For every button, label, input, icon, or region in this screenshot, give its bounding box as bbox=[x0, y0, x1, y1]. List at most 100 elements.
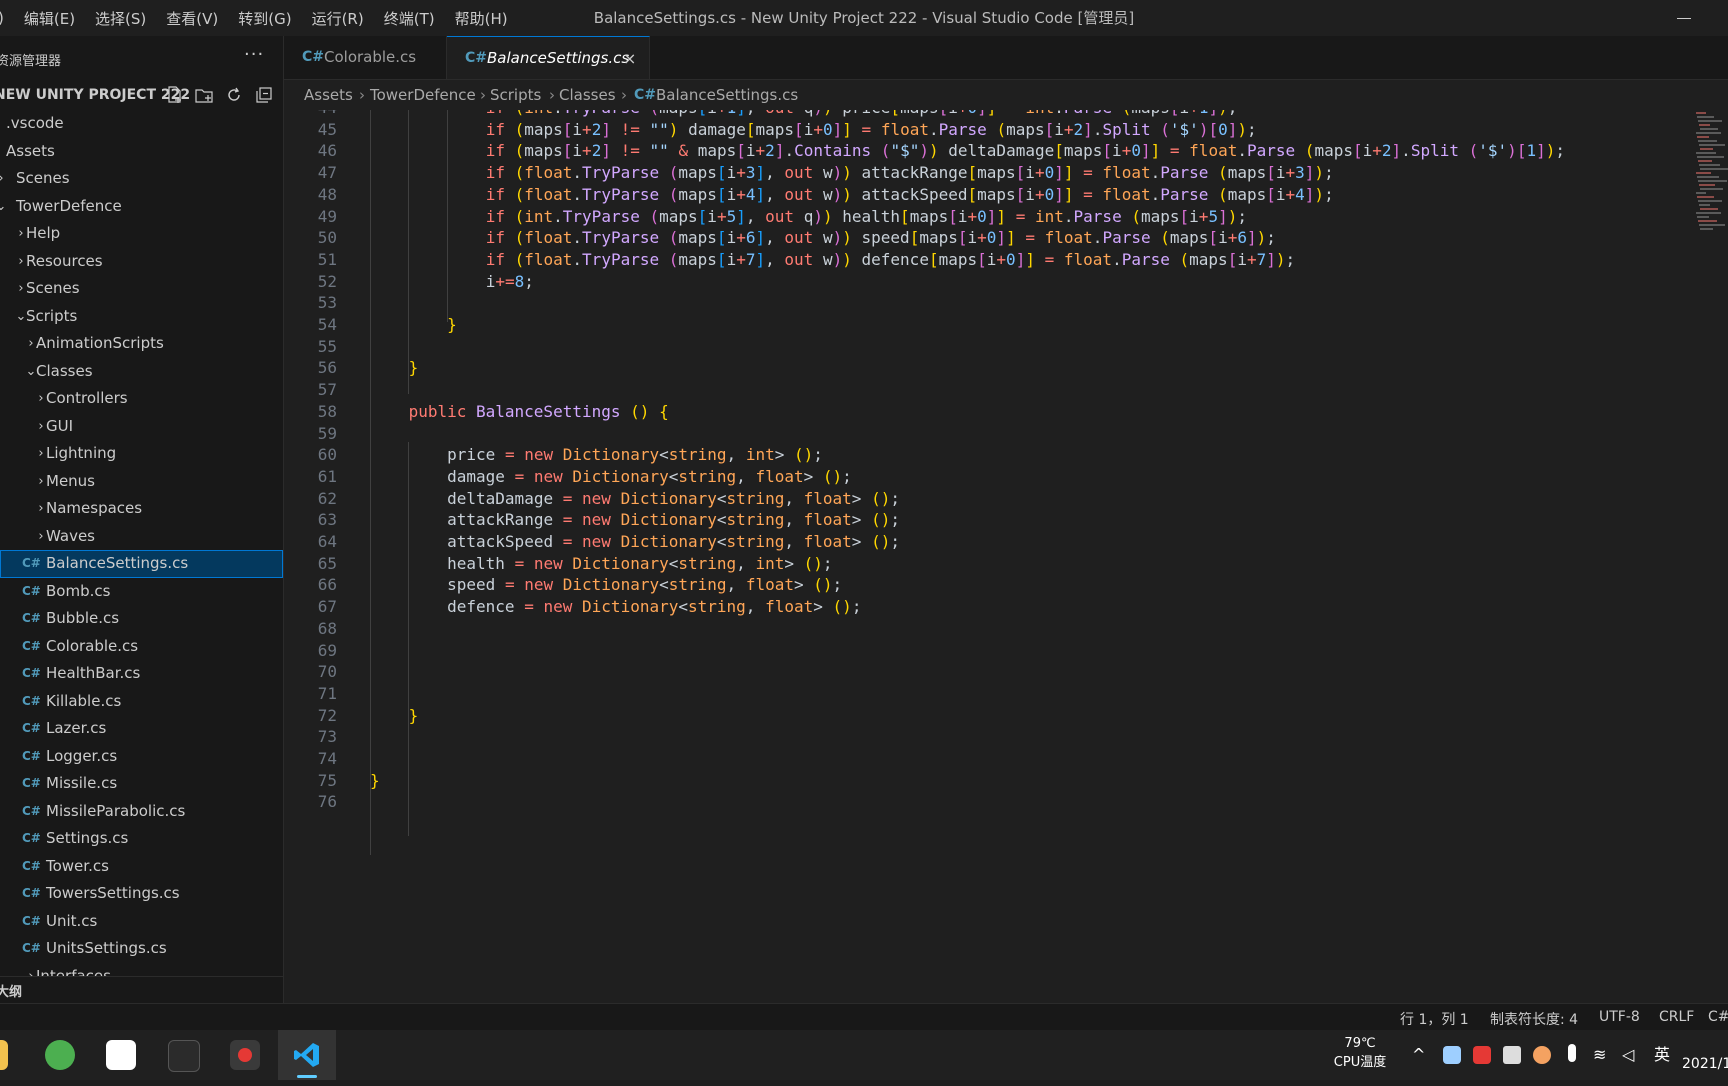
tree-item-label: Bomb.cs bbox=[46, 581, 111, 600]
refresh-icon[interactable] bbox=[225, 86, 243, 104]
file-item[interactable]: C# UnitsSettings.cs bbox=[0, 935, 283, 963]
csharp-file-icon: C# bbox=[22, 776, 41, 790]
file-item[interactable]: C# Logger.cs bbox=[0, 743, 283, 771]
folder-item[interactable]: › Resources bbox=[0, 248, 283, 276]
code-text: if (float.TryParse (maps[i+3], out w)) a… bbox=[485, 163, 1334, 183]
folder-item[interactable]: .vscode bbox=[0, 110, 283, 138]
taskbar-app-recorder[interactable] bbox=[216, 1030, 274, 1080]
minimize-button[interactable] bbox=[1674, 8, 1694, 28]
code-editor[interactable]: 44 if (int.TryParse (maps[i+1], out q)) … bbox=[284, 110, 1728, 1003]
folder-item[interactable]: ⌄ Classes bbox=[0, 358, 283, 386]
tab-size[interactable]: 制表符长度: 4 bbox=[1490, 1009, 1578, 1029]
breadcrumb-file[interactable]: BalanceSettings.cs bbox=[656, 80, 798, 110]
code-text: if (maps[i+2] != "") damage[maps[i+0]] =… bbox=[485, 119, 1257, 139]
language-mode[interactable]: C# bbox=[1708, 1009, 1728, 1025]
folder-item[interactable]: › Lightning bbox=[0, 440, 283, 468]
tree-item-label: HealthBar.cs bbox=[46, 664, 141, 682]
folder-item[interactable]: › Menus bbox=[0, 468, 283, 496]
more-actions-icon[interactable]: ··· bbox=[244, 44, 264, 65]
outline-section[interactable]: 大纲 bbox=[0, 976, 283, 1003]
folder-item[interactable]: › AnimationScripts bbox=[0, 330, 283, 358]
taskbar-app-vscode[interactable] bbox=[278, 1030, 336, 1080]
menu-item[interactable]: 选择(S) bbox=[85, 8, 156, 29]
title-bar: )编辑(E)选择(S)查看(V)转到(G)运行(R)终端(T)帮助(H) Bal… bbox=[0, 0, 1728, 36]
file-item[interactable]: C# BalanceSettings.cs bbox=[0, 550, 283, 578]
tray-unity-icon[interactable] bbox=[1503, 1046, 1521, 1064]
file-item[interactable]: C# Unit.cs bbox=[0, 908, 283, 936]
line-ending[interactable]: CRLF bbox=[1659, 1009, 1694, 1025]
file-item[interactable]: C# Killable.cs bbox=[0, 688, 283, 716]
new-folder-icon[interactable] bbox=[195, 86, 213, 104]
folder-item[interactable]: Assets bbox=[0, 138, 283, 166]
menu-item[interactable]: 运行(R) bbox=[302, 8, 374, 29]
breadcrumb-scripts[interactable]: Scripts bbox=[490, 80, 541, 110]
code-text: if (int.TryParse (maps[i+5], out q)) hea… bbox=[485, 206, 1247, 226]
cpu-temp: 79℃ bbox=[1344, 1036, 1376, 1051]
microphone-icon[interactable] bbox=[1568, 1044, 1576, 1062]
cpu-temp-widget[interactable]: 79℃ CPU温度 bbox=[1330, 1036, 1390, 1086]
menu-item[interactable]: 帮助(H) bbox=[445, 8, 518, 29]
breadcrumb-assets[interactable]: Assets bbox=[304, 80, 353, 110]
tray-app-icon[interactable] bbox=[1473, 1046, 1491, 1064]
breadcrumb-towerdefence[interactable]: TowerDefence bbox=[370, 80, 476, 110]
line-number: 72 bbox=[317, 705, 337, 725]
folder-item[interactable]: ›Scenes bbox=[0, 165, 283, 193]
file-item[interactable]: C# Settings.cs bbox=[0, 825, 283, 853]
menu-item[interactable]: 转到(G) bbox=[228, 8, 301, 29]
new-file-icon[interactable] bbox=[166, 86, 184, 104]
tab-label: BalanceSettings.cs bbox=[487, 49, 630, 67]
file-item[interactable]: C# TowersSettings.cs bbox=[0, 880, 283, 908]
minimap-line bbox=[1697, 176, 1719, 178]
project-row[interactable]: NEW UNITY PROJECT 222 bbox=[0, 84, 283, 108]
menu-item[interactable]: 终端(T) bbox=[374, 8, 445, 29]
folder-item[interactable]: › GUI bbox=[0, 413, 283, 441]
folder-item[interactable]: ⌄ Scripts bbox=[0, 303, 283, 331]
tree-item-label: Menus bbox=[46, 471, 95, 490]
tab-colorable[interactable]: C# Colorable.cs bbox=[284, 36, 447, 79]
encoding[interactable]: UTF-8 bbox=[1599, 1009, 1640, 1025]
minimap-line bbox=[1699, 184, 1715, 186]
menu-item[interactable]: 编辑(E) bbox=[14, 8, 85, 29]
file-item[interactable]: C# Bubble.cs bbox=[0, 605, 283, 633]
line-number: 74 bbox=[317, 749, 337, 768]
ime-indicator[interactable]: 英 bbox=[1654, 1030, 1670, 1080]
taskbar-app-unity[interactable] bbox=[154, 1030, 212, 1080]
minimap-line bbox=[1697, 156, 1724, 158]
taskbar-app-client[interactable] bbox=[92, 1030, 150, 1080]
folder-item[interactable]: › Controllers bbox=[0, 385, 283, 413]
taskbar-app-explorer[interactable] bbox=[0, 1030, 22, 1080]
minimap-line bbox=[1696, 212, 1721, 214]
folder-item[interactable]: ›Scenes bbox=[0, 275, 283, 303]
file-item[interactable]: C# Missile.cs bbox=[0, 770, 283, 798]
folder-item[interactable]: › Waves bbox=[0, 523, 283, 551]
folder-item[interactable]: ⌄ TowerDefence bbox=[0, 193, 283, 221]
tree-item-label: GUI bbox=[46, 416, 74, 435]
menu-item[interactable]: ) bbox=[0, 9, 14, 27]
cursor-position[interactable]: 行 1，列 1 bbox=[1400, 1009, 1469, 1029]
tree-item-label: Lazer.cs bbox=[46, 719, 107, 737]
tray-app-icon[interactable] bbox=[1533, 1046, 1551, 1064]
breadcrumb-classes[interactable]: Classes bbox=[559, 80, 616, 110]
collapse-all-icon[interactable] bbox=[255, 86, 273, 104]
wifi-icon[interactable]: ≋ bbox=[1593, 1030, 1606, 1080]
clock-date[interactable]: 2021/1 bbox=[1682, 1056, 1728, 1076]
menu-item[interactable]: 查看(V) bbox=[156, 8, 228, 29]
line-number: 64 bbox=[317, 532, 337, 551]
chevron-up-icon[interactable]: ^ bbox=[1412, 1030, 1425, 1080]
volume-icon[interactable]: ◁ bbox=[1622, 1030, 1634, 1080]
file-item[interactable]: C# Colorable.cs bbox=[0, 633, 283, 661]
file-item[interactable]: C# Bomb.cs bbox=[0, 578, 283, 606]
file-item[interactable]: C# HealthBar.cs bbox=[0, 660, 283, 688]
file-item[interactable]: C# Tower.cs bbox=[0, 853, 283, 881]
minimap[interactable] bbox=[1696, 110, 1728, 260]
close-tab-icon[interactable]: × bbox=[623, 37, 636, 80]
tab-balancesettings[interactable]: C# BalanceSettings.cs × bbox=[447, 36, 650, 79]
folder-item[interactable]: › Help bbox=[0, 220, 283, 248]
file-item[interactable]: C# MissileParabolic.cs bbox=[0, 798, 283, 826]
taskbar-app-browser[interactable] bbox=[31, 1030, 89, 1080]
windows-taskbar: 79℃ CPU温度 ^ ≋ ◁ 英 2021/1 bbox=[0, 1030, 1728, 1080]
folder-item[interactable]: › Namespaces bbox=[0, 495, 283, 523]
tray-app-icon[interactable] bbox=[1443, 1046, 1461, 1064]
file-item[interactable]: C# Lazer.cs bbox=[0, 715, 283, 743]
line-number: 70 bbox=[317, 662, 337, 682]
